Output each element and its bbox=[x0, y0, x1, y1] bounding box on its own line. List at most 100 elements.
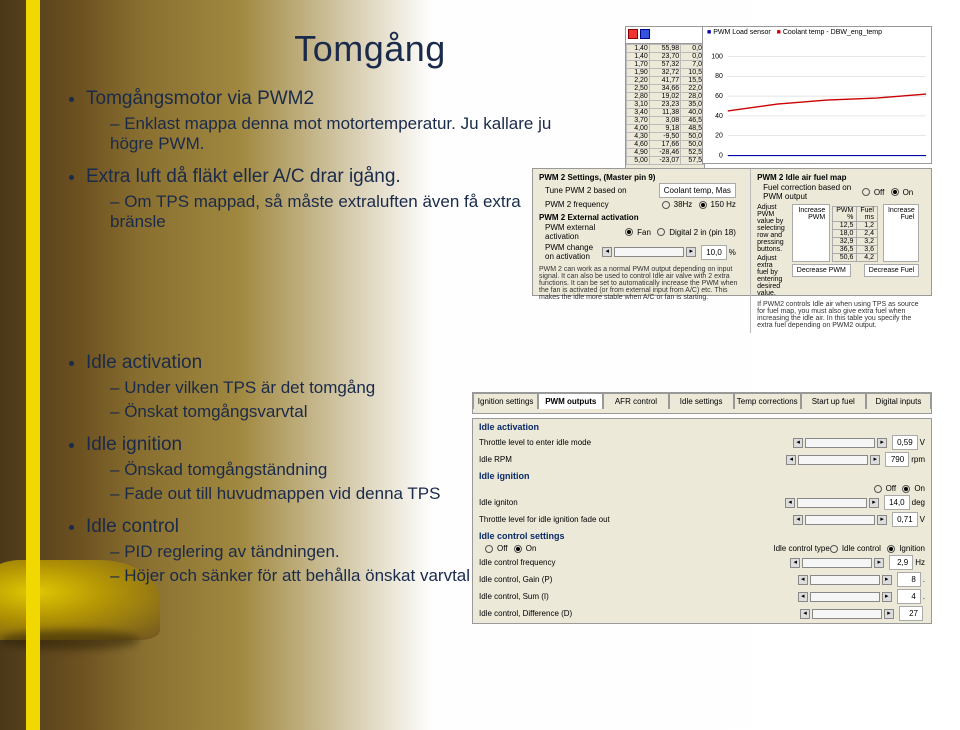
svg-text:0: 0 bbox=[719, 153, 723, 160]
slider[interactable] bbox=[810, 575, 880, 585]
arrow-left[interactable]: ◂ bbox=[800, 609, 810, 619]
pwm-chart-panel: ■ PWM Load sensor ■ Coolant temp - DBW_e… bbox=[702, 26, 932, 164]
arrow-left[interactable]: ◂ bbox=[798, 575, 808, 585]
chart-legend: ■ PWM Load sensor ■ Coolant temp - DBW_e… bbox=[703, 27, 931, 38]
sub-bullet: Önskad tomgångständning bbox=[110, 460, 580, 480]
bullet-text: Extra luft då fläkt eller A/C drar igång… bbox=[86, 166, 401, 187]
arrow-right[interactable]: ▸ bbox=[874, 558, 884, 568]
throttle-enter-value[interactable]: 0,59 bbox=[892, 435, 918, 450]
arrow-right[interactable]: ▸ bbox=[884, 609, 894, 619]
slider[interactable] bbox=[797, 498, 867, 508]
bullet-text: Idle activation bbox=[86, 352, 202, 373]
slider[interactable] bbox=[798, 455, 868, 465]
inc-fuel-button[interactable]: Increase Fuel bbox=[883, 204, 919, 262]
slider[interactable] bbox=[810, 592, 880, 602]
arrow-left[interactable]: ◂ bbox=[793, 515, 803, 525]
radio-on[interactable] bbox=[891, 188, 899, 196]
blue-swatch[interactable] bbox=[640, 29, 650, 39]
fuel-map-table: PWM %Fuel ms12,51,218,02,432,93,236,53,6… bbox=[832, 206, 878, 262]
label: Idle control type bbox=[536, 544, 829, 553]
data-table: 1,4055,980,01,4023,700,01,7057,327,01,90… bbox=[626, 44, 704, 165]
bullet-idle-control: Idle control PID reglering av tändningen… bbox=[86, 516, 580, 586]
fade-out-value[interactable]: 0,71 bbox=[892, 512, 918, 527]
bullet-text: Idle control bbox=[86, 516, 179, 537]
idle-ignition-value[interactable]: 14,0 bbox=[884, 495, 910, 510]
diff-d-value[interactable]: 27 bbox=[899, 606, 923, 621]
help-text: Adjust PWM value by selecting row and pr… bbox=[757, 204, 785, 253]
tune-based-dropdown[interactable]: Coolant temp, Mas bbox=[659, 183, 736, 198]
sub-bullet: Om TPS mappad, så måste extraluften även… bbox=[110, 192, 580, 232]
pwm-change-value[interactable]: 10,0 bbox=[701, 245, 727, 260]
radio-38hz[interactable] bbox=[662, 201, 670, 209]
dec-pwm-button[interactable]: Decrease PWM bbox=[792, 264, 851, 277]
arrow-left[interactable]: ◂ bbox=[785, 498, 795, 508]
sub-bullet: Enklast mappa denna mot motortemperatur.… bbox=[110, 114, 580, 154]
arrow-right[interactable]: ▸ bbox=[870, 455, 880, 465]
help-text: Adjust extra fuel by entering desired va… bbox=[757, 255, 785, 297]
arrow-left[interactable]: ◂ bbox=[790, 558, 800, 568]
legend-label: Coolant temp - DBW_eng_temp bbox=[783, 29, 882, 36]
bullet-idle-activation: Idle activation Under vilken TPS är det … bbox=[86, 352, 580, 422]
idle-rpm-value[interactable]: 790 bbox=[885, 452, 909, 467]
slider[interactable] bbox=[805, 515, 875, 525]
svg-text:20: 20 bbox=[715, 133, 723, 140]
radio-type-idlectrl[interactable] bbox=[830, 545, 838, 553]
tab-digital[interactable]: Digital inputs bbox=[866, 393, 931, 409]
bullet-pwm2: Tomgångsmotor via PWM2 Enklast mappa den… bbox=[86, 88, 580, 154]
bullet-list-1: Tomgångsmotor via PWM2 Enklast mappa den… bbox=[60, 88, 580, 232]
svg-text:80: 80 bbox=[715, 73, 723, 80]
radio-fan[interactable] bbox=[625, 228, 633, 236]
arrow-left[interactable]: ◂ bbox=[786, 455, 796, 465]
bullet-idle-ignition: Idle ignition Önskad tomgångständning Fa… bbox=[86, 434, 580, 504]
radio-off[interactable] bbox=[862, 188, 870, 196]
tab-temp[interactable]: Temp corrections bbox=[734, 393, 801, 409]
bullet-text: Tomgångsmotor via PWM2 bbox=[86, 88, 314, 109]
slider[interactable] bbox=[812, 609, 882, 619]
arrow-right[interactable]: ▸ bbox=[882, 592, 892, 602]
bullet-list-2: Idle activation Under vilken TPS är det … bbox=[60, 352, 580, 586]
slider[interactable] bbox=[614, 247, 684, 257]
arrow-left[interactable]: ◂ bbox=[793, 438, 803, 448]
sum-i-value[interactable]: 4 bbox=[897, 589, 921, 604]
sub-bullet: Fade out till huvudmappen vid denna TPS bbox=[110, 484, 580, 504]
bullet-text: Idle ignition bbox=[86, 434, 182, 455]
red-swatch[interactable] bbox=[628, 29, 638, 39]
pwm2-settings-panel: PWM 2 Settings, (Master pin 9) Tune PWM … bbox=[532, 168, 932, 296]
sub-bullet: Höjer och sänker för att behålla önskat … bbox=[110, 566, 580, 586]
tab-idle[interactable]: Idle settings bbox=[669, 393, 734, 409]
slider[interactable] bbox=[805, 438, 875, 448]
dec-fuel-button[interactable]: Decrease Fuel bbox=[864, 264, 920, 277]
gain-p-value[interactable]: 8 bbox=[897, 572, 921, 587]
svg-text:60: 60 bbox=[715, 93, 723, 100]
slide-content: Tomgång Tomgångsmotor via PWM2 Enklast m… bbox=[60, 28, 580, 598]
color-swatches bbox=[626, 27, 704, 44]
tab-afr[interactable]: AFR control bbox=[603, 393, 668, 409]
arrow-right[interactable]: ▸ bbox=[877, 438, 887, 448]
page-title: Tomgång bbox=[160, 28, 580, 70]
radio-ign-on[interactable] bbox=[902, 485, 910, 493]
slider[interactable] bbox=[802, 558, 872, 568]
arrow-left[interactable]: ◂ bbox=[798, 592, 808, 602]
arrow-right[interactable]: ▸ bbox=[877, 515, 887, 525]
radio-ign-off[interactable] bbox=[874, 485, 882, 493]
chart-plot: 100 80 60 40 20 0 bbox=[703, 38, 931, 174]
sub-bullet: Under vilken TPS är det tomgång bbox=[110, 378, 580, 398]
label: Fuel correction based on PWM output bbox=[763, 183, 862, 201]
svg-text:100: 100 bbox=[711, 53, 723, 60]
sub-bullet: PID reglering av tändningen. bbox=[110, 542, 580, 562]
ctrl-freq-value[interactable]: 2,9 bbox=[889, 555, 913, 570]
inc-pwm-button[interactable]: Increase PWM bbox=[792, 204, 830, 262]
radio-type-ignition[interactable] bbox=[887, 545, 895, 553]
bullet-extra-air: Extra luft då fläkt eller A/C drar igång… bbox=[86, 166, 580, 232]
radio-digital2[interactable] bbox=[657, 228, 665, 236]
arrow-left[interactable]: ◂ bbox=[602, 247, 612, 257]
arrow-right[interactable]: ▸ bbox=[869, 498, 879, 508]
arrow-right[interactable]: ▸ bbox=[882, 575, 892, 585]
label: Idle control, Difference (D) bbox=[479, 609, 800, 618]
svg-text:40: 40 bbox=[715, 113, 723, 120]
afmap-title: PWM 2 Idle air fuel map bbox=[757, 173, 919, 182]
help-text: If PWM2 controls Idle air when using TPS… bbox=[757, 301, 919, 329]
radio-150hz[interactable] bbox=[699, 201, 707, 209]
tab-startup[interactable]: Start up fuel bbox=[801, 393, 866, 409]
arrow-right[interactable]: ▸ bbox=[686, 247, 696, 257]
